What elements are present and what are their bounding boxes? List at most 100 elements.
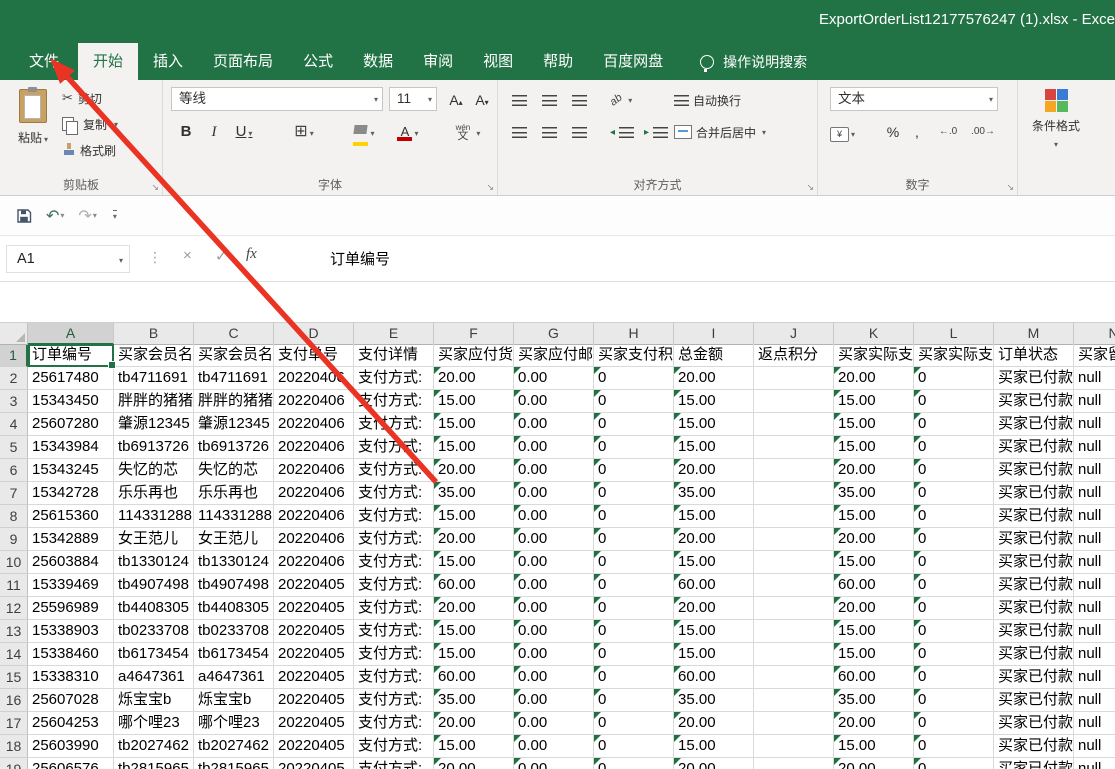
cell-F8[interactable]: 15.00 xyxy=(434,505,514,528)
cell-L10[interactable]: 0 xyxy=(914,551,994,574)
cell-C1[interactable]: 买家会员名 xyxy=(194,344,274,367)
cell-K13[interactable]: 15.00 xyxy=(834,620,914,643)
cell-B14[interactable]: tb6173454 xyxy=(114,643,194,666)
cell-I16[interactable]: 35.00 xyxy=(674,689,754,712)
cell-D9[interactable]: 20220406 xyxy=(274,528,354,551)
align-top-button[interactable] xyxy=(512,88,527,112)
cell-L8[interactable]: 0 xyxy=(914,505,994,528)
cell-E13[interactable]: 支付方式: xyxy=(354,620,434,643)
cell-I3[interactable]: 15.00 xyxy=(674,390,754,413)
paste-button[interactable]: 粘贴 xyxy=(8,86,58,170)
cell-N10[interactable]: null xyxy=(1074,551,1115,574)
cell-B16[interactable]: 烁宝宝b xyxy=(114,689,194,712)
cell-G7[interactable]: 0.00 xyxy=(514,482,594,505)
select-all-corner[interactable] xyxy=(0,323,28,345)
cell-C8[interactable]: 114331288 xyxy=(194,505,274,528)
cell-C13[interactable]: tb0233708 xyxy=(194,620,274,643)
cell-D7[interactable]: 20220406 xyxy=(274,482,354,505)
cell-C3[interactable]: 胖胖的猪猪 xyxy=(194,390,274,413)
cell-C9[interactable]: 女王范儿 xyxy=(194,528,274,551)
cell-K6[interactable]: 20.00 xyxy=(834,459,914,482)
cell-M12[interactable]: 买家已付款 xyxy=(994,597,1074,620)
cell-E2[interactable]: 支付方式: xyxy=(354,367,434,390)
cell-A13[interactable]: 15338903 xyxy=(28,620,114,643)
cell-H12[interactable]: 0 xyxy=(594,597,674,620)
undo-button[interactable]: ▾ xyxy=(42,204,68,228)
cell-M15[interactable]: 买家已付款 xyxy=(994,666,1074,689)
cell-J15[interactable] xyxy=(754,666,834,689)
enter-icon[interactable]: ✓ xyxy=(215,247,228,265)
tab-formulas[interactable]: 公式 xyxy=(288,43,348,80)
cell-L16[interactable]: 0 xyxy=(914,689,994,712)
cell-H2[interactable]: 0 xyxy=(594,367,674,390)
cell-B2[interactable]: tb4711691 xyxy=(114,367,194,390)
cell-E7[interactable]: 支付方式: xyxy=(354,482,434,505)
font-size-select[interactable]: 11 xyxy=(389,87,437,111)
cell-G2[interactable]: 0.00 xyxy=(514,367,594,390)
cell-F12[interactable]: 20.00 xyxy=(434,597,514,620)
cell-D18[interactable]: 20220405 xyxy=(274,735,354,758)
tab-page-layout[interactable]: 页面布局 xyxy=(198,43,288,80)
cell-G17[interactable]: 0.00 xyxy=(514,712,594,735)
cell-K15[interactable]: 60.00 xyxy=(834,666,914,689)
cell-G5[interactable]: 0.00 xyxy=(514,436,594,459)
cell-K5[interactable]: 15.00 xyxy=(834,436,914,459)
cell-A17[interactable]: 25604253 xyxy=(28,712,114,735)
cell-B15[interactable]: a4647361 xyxy=(114,666,194,689)
format-painter-button[interactable]: 格式刷 xyxy=(62,138,116,162)
row-header-12[interactable]: 12 xyxy=(0,597,28,620)
percent-style-button[interactable]: % xyxy=(884,120,902,144)
cell-E10[interactable]: 支付方式: xyxy=(354,551,434,574)
cell-L2[interactable]: 0 xyxy=(914,367,994,390)
italic-button[interactable]: I xyxy=(205,120,223,144)
cell-I15[interactable]: 60.00 xyxy=(674,666,754,689)
cell-A14[interactable]: 15338460 xyxy=(28,643,114,666)
cell-J3[interactable] xyxy=(754,390,834,413)
increase-font-size-button[interactable]: A▴ xyxy=(445,88,467,112)
phonetic-guide-button[interactable]: wén文 xyxy=(451,120,485,144)
row-header-9[interactable]: 9 xyxy=(0,528,28,551)
row-header-16[interactable]: 16 xyxy=(0,689,28,712)
row-header-17[interactable]: 17 xyxy=(0,712,28,735)
cell-B6[interactable]: 失忆的芯 xyxy=(114,459,194,482)
cell-B4[interactable]: 肇源12345 xyxy=(114,413,194,436)
cell-I10[interactable]: 15.00 xyxy=(674,551,754,574)
cell-A18[interactable]: 25603990 xyxy=(28,735,114,758)
cell-G8[interactable]: 0.00 xyxy=(514,505,594,528)
cell-D2[interactable]: 20220406 xyxy=(274,367,354,390)
cell-F16[interactable]: 35.00 xyxy=(434,689,514,712)
tab-insert[interactable]: 插入 xyxy=(138,43,198,80)
alignment-dialog-launcher[interactable]: ↘ xyxy=(806,183,814,192)
cell-M7[interactable]: 买家已付款 xyxy=(994,482,1074,505)
tab-view[interactable]: 视图 xyxy=(468,43,528,80)
cell-G6[interactable]: 0.00 xyxy=(514,459,594,482)
cell-M9[interactable]: 买家已付款 xyxy=(994,528,1074,551)
cell-B7[interactable]: 乐乐再也 xyxy=(114,482,194,505)
font-dialog-launcher[interactable]: ↘ xyxy=(486,183,494,192)
cell-B19[interactable]: tb2815965 xyxy=(114,758,194,769)
cell-M16[interactable]: 买家已付款 xyxy=(994,689,1074,712)
cell-N7[interactable]: null xyxy=(1074,482,1115,505)
align-left-button[interactable] xyxy=(512,120,527,144)
row-header-10[interactable]: 10 xyxy=(0,551,28,574)
cell-C18[interactable]: tb2027462 xyxy=(194,735,274,758)
cell-M11[interactable]: 买家已付款 xyxy=(994,574,1074,597)
cell-I12[interactable]: 20.00 xyxy=(674,597,754,620)
cell-J18[interactable] xyxy=(754,735,834,758)
cell-J12[interactable] xyxy=(754,597,834,620)
cell-K16[interactable]: 35.00 xyxy=(834,689,914,712)
cell-C17[interactable]: 哪个哩23 xyxy=(194,712,274,735)
cell-K2[interactable]: 20.00 xyxy=(834,367,914,390)
cell-J6[interactable] xyxy=(754,459,834,482)
cell-B18[interactable]: tb2027462 xyxy=(114,735,194,758)
cell-L15[interactable]: 0 xyxy=(914,666,994,689)
cell-B17[interactable]: 哪个哩23 xyxy=(114,712,194,735)
cell-C4[interactable]: 肇源12345 xyxy=(194,413,274,436)
cell-L5[interactable]: 0 xyxy=(914,436,994,459)
cell-L19[interactable]: 0 xyxy=(914,758,994,769)
cell-K4[interactable]: 15.00 xyxy=(834,413,914,436)
cell-J7[interactable] xyxy=(754,482,834,505)
cell-E11[interactable]: 支付方式: xyxy=(354,574,434,597)
cell-A19[interactable]: 25606576 xyxy=(28,758,114,769)
cell-G12[interactable]: 0.00 xyxy=(514,597,594,620)
